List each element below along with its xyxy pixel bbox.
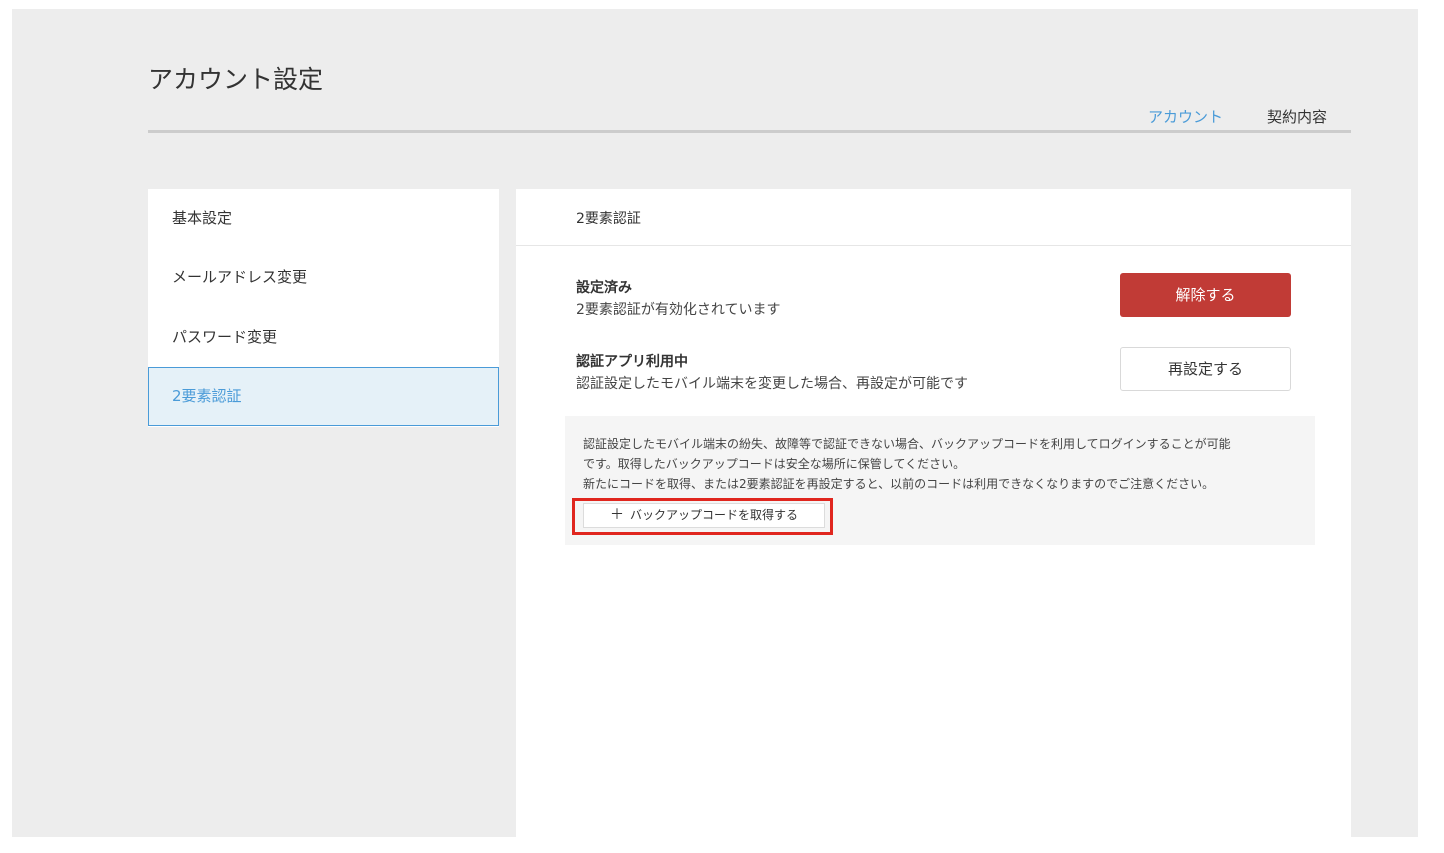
auth-app-description: 認証設定したモバイル端末を変更した場合、再設定が可能です bbox=[576, 376, 968, 392]
status-description: 2要素認証が有効化されています bbox=[576, 302, 781, 318]
backup-code-notice: 認証設定したモバイル端末の紛失、故障等で認証できない場合、バックアップコードを利… bbox=[565, 416, 1315, 545]
panel-header: 2要素認証 bbox=[516, 189, 1351, 246]
sidebar-item-email-change[interactable]: メールアドレス変更 bbox=[148, 248, 499, 307]
auth-app-title: 認証アプリ利用中 bbox=[576, 354, 688, 370]
settings-sidebar: 基本設定 メールアドレス変更 パスワード変更 2要素認証 bbox=[148, 189, 499, 427]
sidebar-item-password-change[interactable]: パスワード変更 bbox=[148, 308, 499, 367]
tab-contract[interactable]: 契約内容 bbox=[1267, 106, 1327, 133]
get-backup-code-label: バックアップコードを取得する bbox=[629, 508, 798, 522]
plus-icon: ＋ bbox=[609, 507, 624, 523]
reconfigure-button[interactable]: 再設定する bbox=[1120, 347, 1291, 391]
tab-account[interactable]: アカウント bbox=[1125, 106, 1246, 133]
notice-line: です。取得したバックアップコードは安全な場所に保管してください。 bbox=[583, 457, 966, 471]
page-title: アカウント設定 bbox=[148, 65, 324, 94]
tab-divider bbox=[148, 130, 1351, 133]
sidebar-item-basic-settings[interactable]: 基本設定 bbox=[148, 189, 499, 248]
sidebar-item-two-factor-auth[interactable]: 2要素認証 bbox=[148, 367, 499, 426]
notice-line: 新たにコードを取得、または2要素認証を再設定すると、以前のコードは利用できなくな… bbox=[583, 477, 1215, 491]
panel-title: 2要素認証 bbox=[576, 211, 641, 227]
notice-line: 認証設定したモバイル端末の紛失、故障等で認証できない場合、バックアップコードを利… bbox=[583, 437, 1231, 451]
disable-2fa-button[interactable]: 解除する bbox=[1120, 273, 1291, 317]
get-backup-code-button[interactable]: ＋ バックアップコードを取得する bbox=[583, 503, 825, 528]
two-factor-panel: 2要素認証 設定済み 2要素認証が有効化されています 解除する 認証アプリ利用中… bbox=[516, 189, 1351, 837]
status-title: 設定済み bbox=[576, 280, 632, 296]
